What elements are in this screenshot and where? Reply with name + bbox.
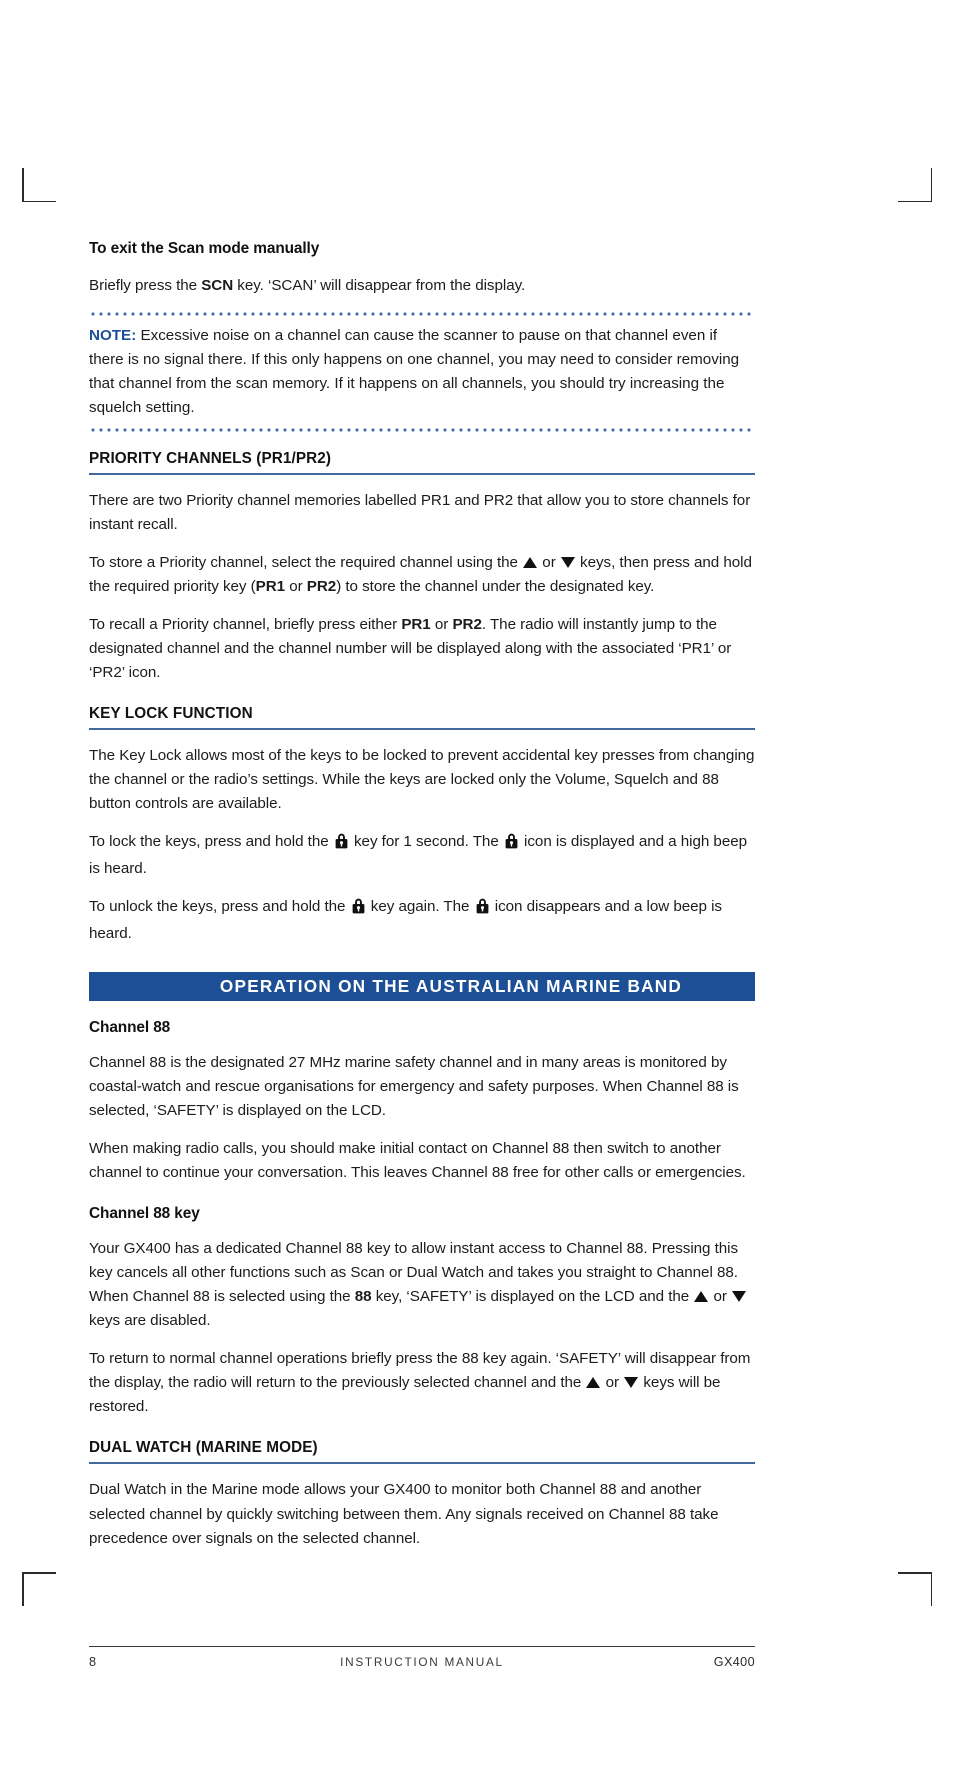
lock-keys-text-a: To lock the keys, press and hold the (89, 833, 333, 851)
page-footer: 8 INSTRUCTION MANUAL GX400 (89, 1646, 755, 1669)
paragraph-priority-store: To store a Priority channel, select the … (89, 551, 755, 599)
unlock-keys-text-a: To unlock the keys, press and hold the (89, 898, 350, 916)
lock-icon (351, 897, 366, 922)
lock-icon (334, 832, 349, 857)
exit-scan-text-post: key. ‘SCAN’ will disappear from the disp… (233, 277, 526, 294)
crop-mark-top-right (898, 168, 932, 202)
triangle-down-icon (624, 1377, 639, 1389)
priority-store-text-d: or (285, 578, 307, 596)
triangle-up-icon (586, 1377, 601, 1389)
triangle-up-icon (694, 1291, 709, 1303)
priority-store-text-e: ) to store the channel under the designa… (336, 578, 655, 596)
section-banner-label: OPERATION ON THE AUSTRALIAN MARINE BAND (219, 976, 683, 997)
footer-manual-label: INSTRUCTION MANUAL (340, 1655, 504, 1669)
scn-key-label: SCN (201, 277, 234, 294)
pr1-key-label-recall: PR1 (401, 616, 431, 634)
note-text: Excessive noise on a channel can cause t… (89, 327, 740, 417)
section-banner-australian-marine-band: OPERATION ON THE AUSTRALIAN MARINE BAND (89, 972, 755, 1002)
heading-channel-88: Channel 88 (89, 1019, 171, 1037)
paragraph-lock-keys: To lock the keys, press and hold the key… (89, 830, 755, 881)
paragraph-channel-88-key-desc: Your GX400 has a dedicated Channel 88 ke… (89, 1237, 755, 1333)
heading-priority-channels: PRIORITY CHANNELS (PR1/PR2) (89, 450, 755, 476)
paragraph-dual-watch: Dual Watch in the Marine mode allows you… (89, 1481, 719, 1547)
priority-store-text-a: To store a Priority channel, select the … (89, 554, 523, 572)
pr1-key-label: PR1 (255, 578, 286, 596)
priority-recall-text-a: To recall a Priority channel, briefly pr… (89, 616, 402, 634)
exit-scan-text-pre: Briefly press the (89, 277, 202, 294)
heading-dual-watch: DUAL WATCH (MARINE MODE) (89, 1439, 755, 1465)
ch88-key-text-d: keys are disabled. (89, 1312, 211, 1330)
paragraph-channel-88-intro: Channel 88 is the designated 27 MHz mari… (89, 1054, 739, 1120)
paragraph-unlock-keys: To unlock the keys, press and hold the k… (89, 895, 755, 946)
note-label: NOTE: (89, 327, 137, 345)
pr2-key-label-recall: PR2 (452, 616, 482, 634)
lock-keys-text-b: key for 1 second. The (349, 833, 503, 851)
crop-mark-top-left (22, 168, 56, 202)
heading-exit-scan-mode: To exit the Scan mode manually (89, 240, 320, 257)
paragraph-channel-88-return: To return to normal channel operations b… (89, 1347, 755, 1419)
unlock-keys-text-b: key again. The (366, 898, 474, 916)
ch88-return-text-b: or (601, 1374, 624, 1392)
priority-store-text-b: or (538, 554, 560, 572)
ch88-key-text-b: key, ‘SAFETY’ is displayed on the LCD an… (371, 1288, 694, 1306)
note-block: NOTE: Excessive noise on a channel can c… (89, 324, 755, 420)
paragraph-priority-intro: There are two Priority channel memories … (89, 492, 751, 534)
priority-recall-text-b: or (430, 616, 453, 634)
crop-mark-bottom-left (22, 1572, 56, 1606)
triangle-down-icon (732, 1291, 747, 1303)
paragraph-priority-recall: To recall a Priority channel, briefly pr… (89, 613, 755, 685)
triangle-up-icon (523, 557, 538, 569)
lock-icon (475, 897, 490, 922)
heading-channel-88-key: Channel 88 key (89, 1205, 200, 1223)
lock-icon (504, 832, 519, 857)
pr2-key-label: PR2 (306, 578, 337, 596)
paragraph-exit-scan: Briefly press the SCN key. ‘SCAN’ will d… (89, 274, 755, 298)
paragraph-key-lock-intro: The Key Lock allows most of the keys to … (89, 747, 755, 813)
footer-model-name: GX400 (713, 1655, 755, 1669)
key-88-label: 88 (354, 1288, 372, 1306)
ch88-key-text-c: or (709, 1288, 732, 1306)
crop-mark-bottom-right (898, 1572, 932, 1606)
heading-key-lock-function: KEY LOCK FUNCTION (89, 705, 755, 731)
footer-page-number: 8 (89, 1655, 97, 1669)
paragraph-channel-88-calls: When making radio calls, you should make… (89, 1140, 746, 1182)
triangle-down-icon (560, 557, 575, 569)
page-content: To exit the Scan mode manually Briefly p… (89, 240, 755, 1551)
